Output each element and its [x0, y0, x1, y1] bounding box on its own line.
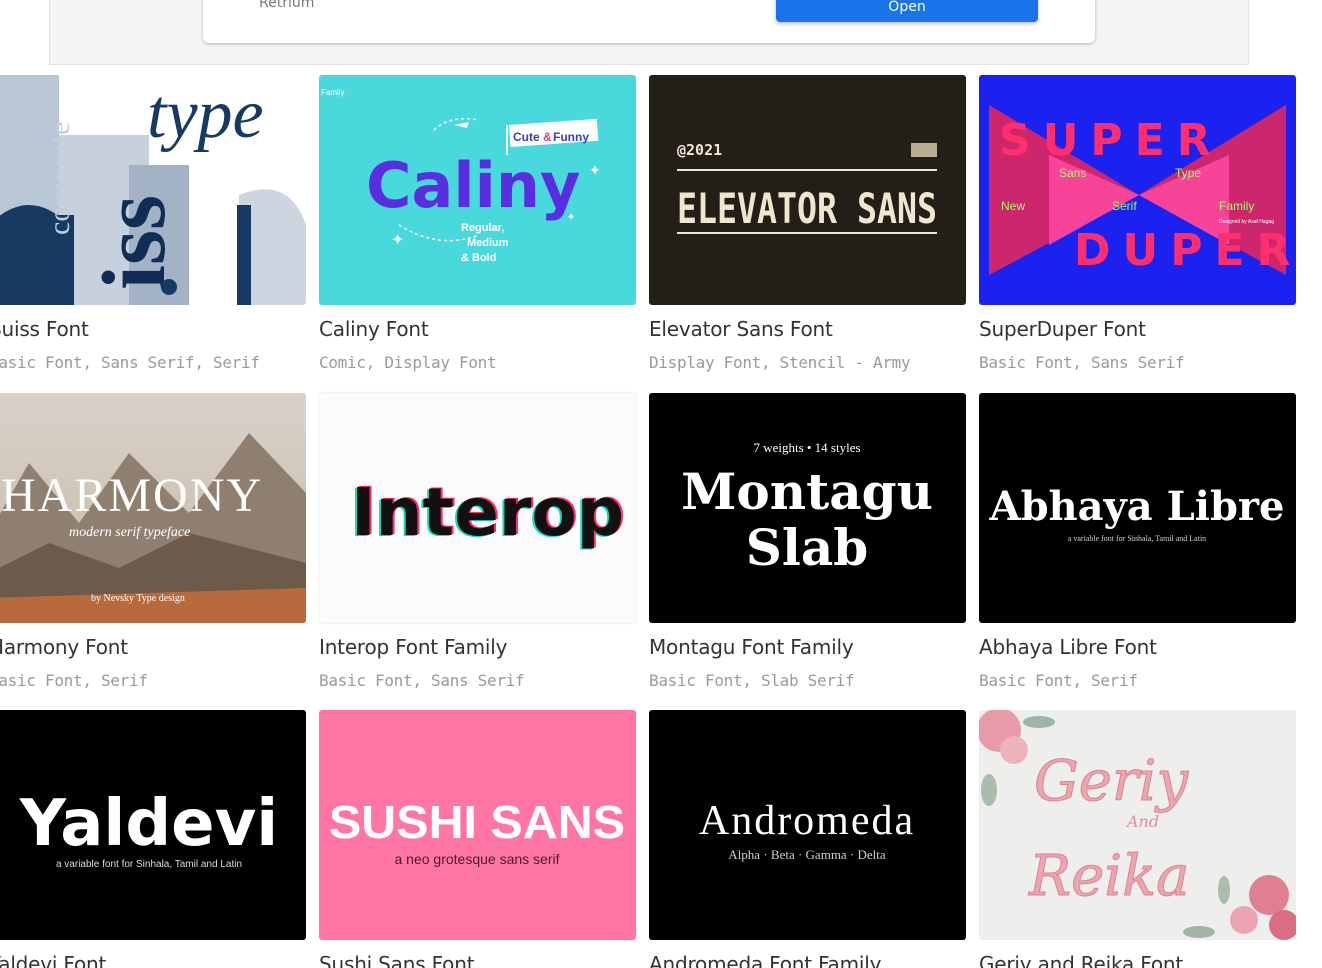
font-tags: Display Font, Stencil - Army	[649, 353, 911, 372]
font-preview-image[interactable]: Andromeda Alpha · Beta · Gamma · Delta	[649, 710, 966, 940]
preview-text-subtitle: a neo grotesque sans serif	[395, 851, 560, 867]
preview-text-andromeda: Andromeda	[699, 798, 915, 844]
preview-text-family: Family	[321, 88, 345, 97]
font-title[interactable]: Caliny Font	[319, 317, 429, 341]
font-preview-image[interactable]: Geriy And Reika	[979, 710, 1296, 940]
font-title[interactable]: Interop Font Family	[319, 635, 507, 659]
font-preview-image[interactable]: SUSHI SANS a neo grotesque sans serif	[319, 710, 636, 940]
svg-text:✦: ✦	[567, 212, 575, 223]
preview-text-cute: Cute	[513, 130, 540, 144]
preview-text-new: New	[1001, 199, 1025, 213]
font-title[interactable]: Sushi Sans Font	[319, 952, 475, 968]
font-preview-image[interactable]: Family Cute & Funny Caliny Regular, Medi…	[319, 75, 636, 305]
font-title[interactable]: Harmony Font	[0, 635, 128, 659]
preview-text-slab: Slab	[746, 518, 868, 577]
preview-text-subtitle: a variable font for Sinhala, Tamil and L…	[1068, 534, 1206, 543]
font-tags: Basic Font, Slab Serif	[649, 671, 855, 690]
svg-text:✦: ✦	[589, 162, 601, 178]
font-title[interactable]: Elevator Sans Font	[649, 317, 833, 341]
font-title[interactable]: Abhaya Libre Font	[979, 635, 1157, 659]
preview-text-credit: by Nevsky Type design	[91, 593, 185, 604]
font-tags: Basic Font, Sans Serif, Serif	[0, 353, 260, 372]
font-preview-image[interactable]: @2021 ELEVATOR SANS	[649, 75, 966, 305]
font-preview-image[interactable]: 7 weights • 14 styles Montagu Slab	[649, 393, 966, 623]
font-title[interactable]: Andromeda Font Family	[649, 952, 881, 968]
preview-text-reika: Reika	[1028, 844, 1190, 909]
preview-text-subtitle: Alpha · Beta · Gamma · Delta	[728, 847, 886, 862]
preview-text-type: type	[147, 76, 264, 153]
preview-text-and: And	[1125, 812, 1159, 831]
preview-text-weights: 7 weights • 14 styles	[753, 440, 860, 455]
preview-text-interop: Interop	[351, 474, 624, 551]
font-title[interactable]: Suiss Font	[0, 317, 89, 341]
preview-text-type: Type	[1175, 166, 1201, 180]
font-preview-image[interactable]: iss corporate type	[0, 75, 306, 305]
preview-text-sushi: SUSHI SANS	[329, 796, 625, 848]
font-tags: Basic Font, Sans Serif	[979, 353, 1185, 372]
preview-text-regular: Regular,	[461, 222, 504, 234]
preview-text-corporate: corporate	[43, 122, 76, 235]
font-preview-image[interactable]: Yaldevi a variable font for Sinhala, Tam…	[0, 710, 306, 940]
font-title[interactable]: Yaldevi Font	[0, 952, 106, 968]
preview-text-year: @2021	[677, 141, 722, 159]
preview-text-subtitle: a variable font for Sinhala, Tamil and L…	[56, 859, 242, 870]
preview-text-medium: Medium	[467, 237, 509, 249]
preview-text-funny: Funny	[553, 130, 589, 144]
preview-text-abhaya: Abhaya Libre	[989, 483, 1285, 530]
preview-text-iss: iss	[85, 195, 184, 290]
preview-text-amp: &	[543, 130, 552, 144]
preview-text-harmony: HARMONY	[1, 469, 263, 522]
font-grid: iss corporate type Suiss Font Basic Font…	[0, 0, 1322, 968]
preview-text-serif: Serif	[1112, 199, 1137, 213]
font-tags: Basic Font, Serif	[979, 671, 1138, 690]
preview-text-caliny: Caliny	[366, 149, 580, 222]
preview-text-elevator: ELEVATOR SANS	[677, 184, 937, 233]
preview-text-yaldevi: Yaldevi	[19, 787, 278, 861]
preview-text-super: SUPER	[999, 115, 1223, 166]
preview-text-montagu: Montagu	[681, 462, 933, 521]
preview-text-designer: Designed by Asaf Hagag	[1219, 219, 1274, 225]
font-tags: Comic, Display Font	[319, 353, 497, 372]
font-preview-image[interactable]: SUPER DUPER New Sans Serif Type Family D…	[979, 75, 1296, 305]
font-preview-image[interactable]: Abhaya Libre a variable font for Sinhala…	[979, 393, 1296, 623]
svg-text:✦: ✦	[391, 232, 404, 249]
preview-text-duper: DUPER	[1074, 225, 1296, 276]
preview-text-tagline: modern serif typeface	[69, 525, 190, 540]
font-preview-image[interactable]: HARMONY modern serif typeface by Nevsky …	[0, 393, 306, 623]
font-title[interactable]: SuperDuper Font	[979, 317, 1146, 341]
preview-text-sans: Sans	[1059, 166, 1086, 180]
font-tags: Basic Font, Serif	[0, 671, 148, 690]
font-title[interactable]: Montagu Font Family	[649, 635, 854, 659]
font-preview-image[interactable]: Interop Interop Interop	[319, 393, 636, 623]
preview-text-geriy: Geriy	[1034, 749, 1190, 814]
preview-text-family: Family	[1219, 199, 1254, 213]
preview-text-bold: & Bold	[461, 252, 496, 264]
font-title[interactable]: Geriy and Reika Font	[979, 952, 1183, 968]
font-tags: Basic Font, Sans Serif	[319, 671, 525, 690]
